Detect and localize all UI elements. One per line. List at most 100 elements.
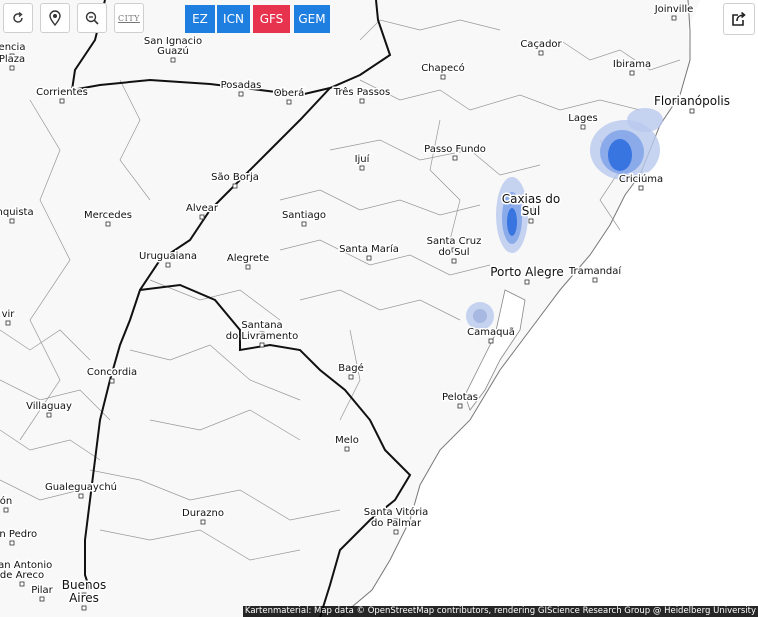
city-label: Corrientes [36,87,88,98]
city-marker [393,529,399,535]
city-label: Gualeguaychú [45,481,117,493]
model-button-gfs[interactable]: GFS [253,5,290,33]
city-marker [200,519,206,525]
city-marker [524,279,530,285]
city-label: Florianópolis [654,94,730,108]
city-label: Posadas [221,80,262,91]
city-marker [638,185,644,191]
city-label: Villaguay [26,401,72,412]
city-marker [46,412,52,418]
city-label: Três Passos [333,86,391,98]
city-marker [232,183,238,189]
city-marker [528,218,534,224]
city-label: onquista [0,207,34,218]
map-canvas[interactable]: Joinville Caçador Chapecó Ibirama Florianópo… [0,0,758,617]
city-label: Sul [522,204,541,218]
city-marker [59,98,65,104]
city-label: Porto Alegre [490,265,564,279]
city-label: Bagé [338,362,364,374]
city-label: Joinville [654,4,694,15]
model-button-gem[interactable]: GEM [294,5,330,33]
city-label: encia [0,42,25,53]
city-marker [671,15,677,21]
city-label: Alvear [186,203,219,214]
city-label: Criciúma [619,173,663,185]
city-label: vir [2,309,16,320]
zoom-out-icon [85,11,99,25]
city-label: Concordia [87,367,137,378]
city-marker [488,338,494,344]
city-label: Santiago [282,210,326,221]
zoom-out-button[interactable] [77,3,107,33]
city-marker [301,221,307,227]
city-marker [689,108,695,114]
city-label: ón [0,495,12,507]
city-marker [440,74,446,80]
city-label: Ibirama [613,59,651,70]
city-toggle-label: CITY [118,13,140,23]
city-label: San Pedro [0,529,37,540]
city-marker [366,255,372,261]
city-marker [105,221,111,227]
city-label: Guazú [157,45,189,57]
city-label: Pilar [31,585,53,596]
city-label: Buenos [62,578,106,592]
city-label: Santa Vitória [364,506,429,518]
city-marker [78,493,84,499]
city-label: Lages [568,113,597,124]
location-button[interactable] [40,3,70,33]
city-label: Durazno [182,508,224,519]
city-marker [165,262,171,268]
city-label: do Palmar [371,518,422,529]
city-marker [199,214,205,220]
refresh-button[interactable] [3,3,33,33]
city-marker [9,540,15,546]
city-label: do Livramento [226,331,298,342]
city-marker [9,218,15,224]
city-marker [451,258,457,264]
city-marker [580,124,586,130]
city-label: Alegrete [227,253,269,264]
share-button[interactable] [723,3,755,35]
city-label: Ijuí [355,153,371,165]
city-label: Oberá [274,87,305,99]
city-marker [39,596,45,602]
city-label: Tramandaí [568,265,623,277]
share-icon [732,11,746,26]
city-label: Passo Fundo [424,144,486,155]
model-button-ez[interactable]: EZ [185,5,215,33]
city-label: Aires [69,591,99,605]
city-marker [457,403,463,409]
city-marker [245,264,251,270]
refresh-icon [13,11,23,23]
city-label: Uruguaiana [139,251,197,262]
city-marker [359,98,365,104]
city-marker [359,165,365,171]
city-label: Pelotas [442,392,478,403]
city-marker [19,581,25,587]
city-marker [5,320,11,326]
city-label: Santana [241,320,282,331]
model-button-icn[interactable]: ICN [217,5,250,33]
city-marker [9,65,15,71]
city-label: São Borja [211,172,259,183]
city-marker [344,446,350,452]
map-pin-icon [49,10,61,26]
map-attribution: Kartenmaterial: Map data © OpenStreetMap… [242,606,758,617]
city-label: Mercedes [84,210,132,221]
city-label: Melo [335,435,359,446]
city-marker [286,99,292,105]
city-marker [348,374,354,380]
city-label: Plaza [0,54,25,65]
city-marker [3,507,9,513]
city-marker [81,605,87,611]
city-marker [592,277,598,283]
city-label: de Areco [0,570,44,581]
city-marker [170,57,176,63]
city-marker [629,70,635,76]
city-marker [109,378,115,384]
city-toggle-button[interactable]: CITY [114,3,144,33]
city-label: Caçador [520,39,562,50]
city-label: Santa Cruz [427,236,482,247]
city-label: do Sul [438,247,469,258]
